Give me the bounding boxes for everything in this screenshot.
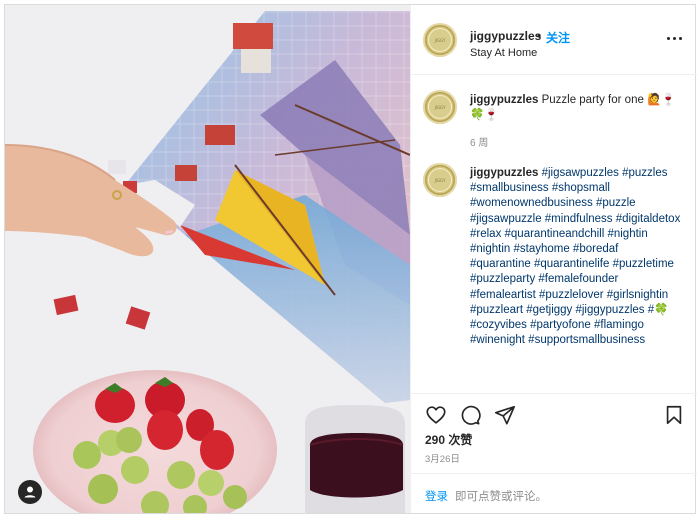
avatar-text: JIGGY	[434, 105, 446, 110]
post-photo[interactable]	[5, 5, 410, 513]
like-count[interactable]: 290 次赞	[425, 431, 472, 448]
header-username[interactable]: jiggypuzzles	[470, 29, 541, 43]
comment-button[interactable]	[459, 404, 481, 426]
hashtag-comment-text: jiggypuzzles #jigsawpuzzles #puzzles #sm…	[470, 166, 682, 348]
bookmark-icon	[666, 405, 682, 425]
login-prompt: 登录 即可点赞或评论。	[411, 473, 697, 514]
separator-dot: •	[537, 29, 542, 43]
caption-username[interactable]: jiggypuzzles	[470, 94, 538, 106]
user-tags-button[interactable]	[18, 480, 42, 504]
comment-bubble-icon	[461, 405, 481, 425]
share-button[interactable]	[494, 404, 516, 426]
save-button[interactable]	[663, 404, 685, 426]
hashtag-comment: JIGGY jiggypuzzles #jigsawpuzzles #puzzl…	[411, 163, 697, 388]
avatar-text: JIGGY	[434, 38, 446, 43]
caption-text: jiggypuzzles Puzzle party for one 🙋🍷🍀🍷	[470, 93, 682, 123]
follow-button[interactable]: 关注	[546, 29, 570, 46]
instagram-post: JIGGY jiggypuzzles • 关注 Stay At Home JIG…	[4, 4, 697, 514]
post-date[interactable]: 3月26日	[425, 451, 460, 465]
avatar-text: JIGGY	[434, 178, 446, 183]
comment-avatar[interactable]: JIGGY	[423, 163, 457, 197]
avatar[interactable]: JIGGY	[423, 23, 457, 57]
caption-timestamp[interactable]: 6 周	[470, 134, 488, 149]
caption-avatar[interactable]: JIGGY	[423, 90, 457, 124]
hashtag-list[interactable]: #jigsawpuzzles #puzzles #smallbusiness #…	[470, 167, 680, 346]
comments-section: JIGGY jiggypuzzles Puzzle party for one …	[411, 76, 697, 393]
like-button[interactable]	[425, 404, 447, 426]
location-link[interactable]: Stay At Home	[470, 47, 537, 59]
user-tag-icon	[24, 486, 36, 498]
paper-plane-icon	[495, 405, 515, 425]
wine-glass	[305, 405, 405, 513]
post-side-panel: JIGGY jiggypuzzles • 关注 Stay At Home JIG…	[410, 5, 697, 513]
post-header: JIGGY jiggypuzzles • 关注 Stay At Home	[411, 5, 697, 75]
more-options-icon[interactable]	[667, 34, 683, 44]
login-prompt-text: 即可点赞或评论。	[455, 491, 547, 503]
login-link[interactable]: 登录	[425, 488, 448, 504]
puzzle-photo-illustration	[5, 5, 410, 513]
comment-username[interactable]: jiggypuzzles	[470, 167, 538, 179]
heart-icon	[426, 406, 446, 424]
caption-comment: JIGGY jiggypuzzles Puzzle party for one …	[411, 90, 697, 150]
post-actions: 290 次赞 3月26日 登录 即可点赞或评论。	[411, 393, 697, 513]
